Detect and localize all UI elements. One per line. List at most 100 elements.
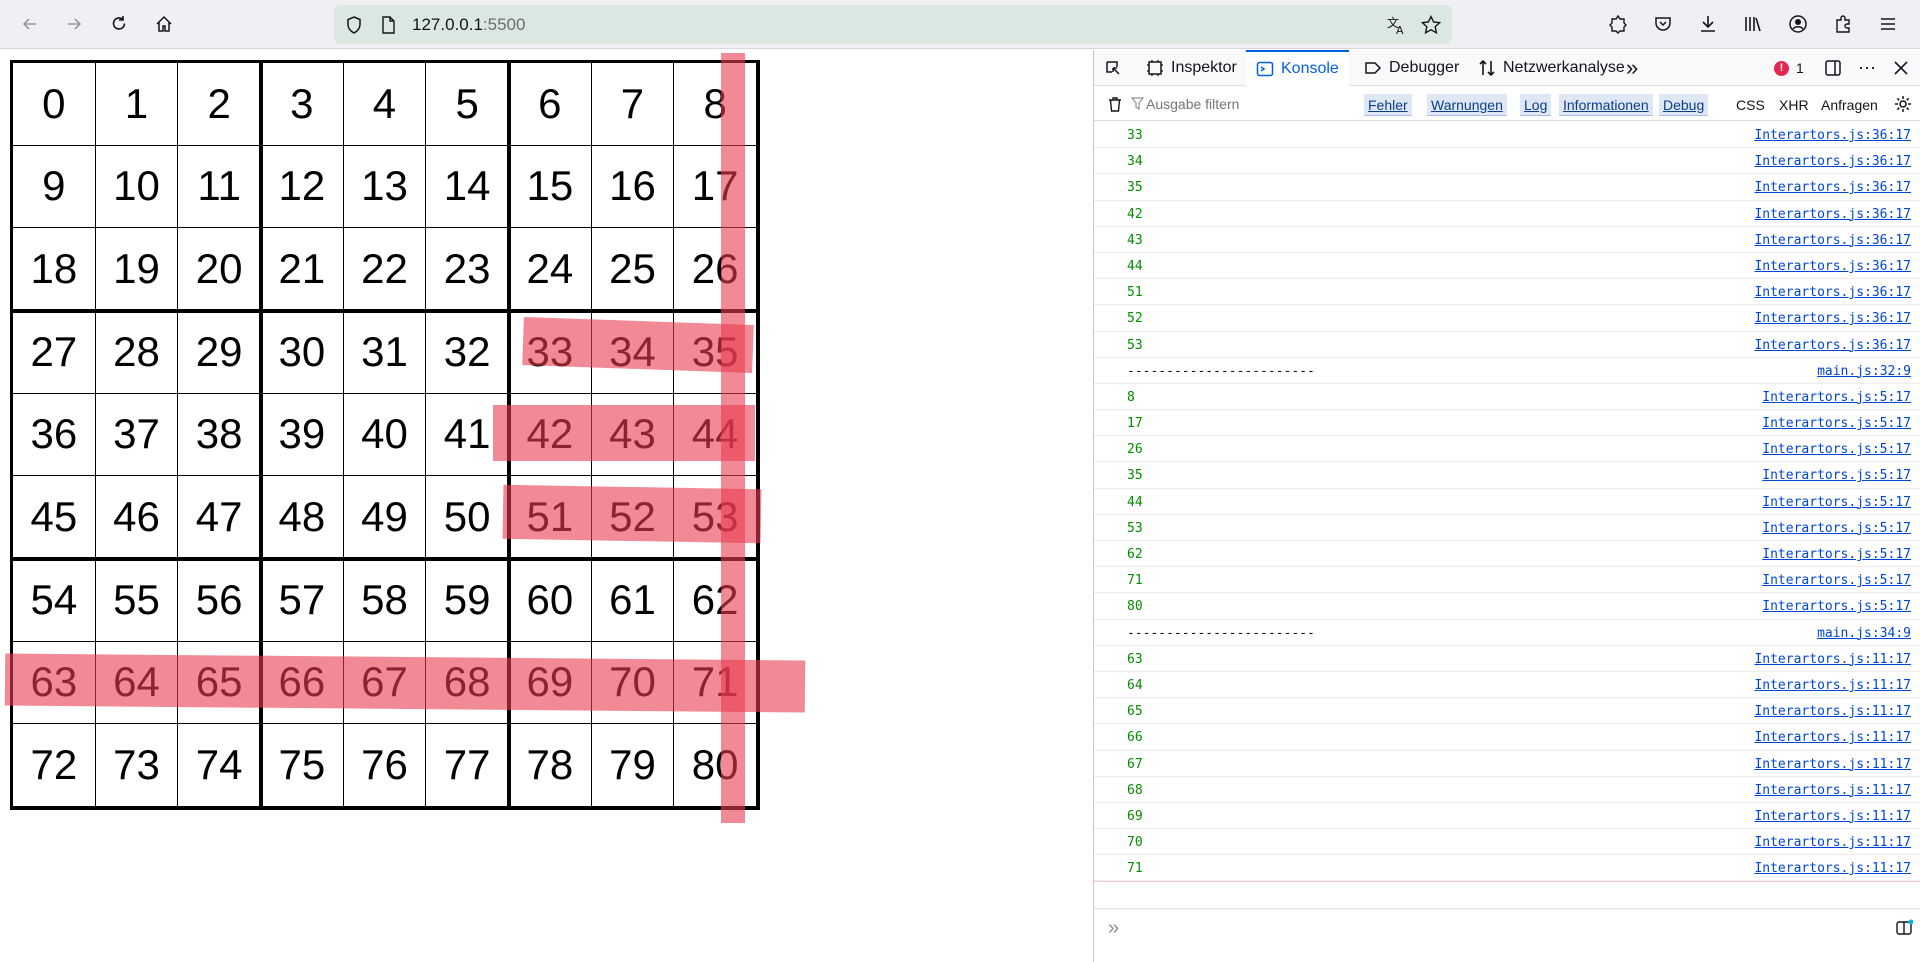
addons-button[interactable] — [1827, 8, 1859, 40]
element-picker-button[interactable] — [1104, 50, 1122, 86]
console-source-link[interactable]: Interartors.js:11:17 — [1754, 783, 1911, 798]
menu-button[interactable] — [1872, 8, 1904, 40]
filter-warnungen[interactable]: Warnungen — [1427, 94, 1507, 116]
sudoku-cell: 50 — [426, 476, 509, 559]
filter-informationen[interactable]: Informationen — [1559, 94, 1653, 116]
console-error-message[interactable]: ▶GEThttp://127.0.0.1:5500/favicon.ico[HT… — [1094, 881, 1920, 882]
sudoku-cell: 48 — [261, 476, 344, 559]
filter-css[interactable]: CSS — [1732, 94, 1769, 116]
console-message: 53 Interartors.js:36:17 — [1094, 332, 1920, 358]
tab-inspektor[interactable]: Inspektor — [1138, 50, 1245, 86]
console-source-link[interactable]: Interartors.js:36:17 — [1754, 180, 1911, 195]
sudoku-cell: 14 — [426, 145, 509, 229]
devtools-tabbar: Inspektor Konsole Debugger Netzwerkanaly… — [1094, 50, 1920, 86]
console-source-link[interactable]: Interartors.js:5:17 — [1762, 468, 1911, 483]
sudoku-cell: 32 — [426, 311, 509, 394]
bookmark-star-icon[interactable] — [1420, 14, 1442, 36]
tab-konsole[interactable]: Konsole — [1246, 50, 1349, 86]
console-source-link[interactable]: main.js:34:9 — [1817, 626, 1911, 641]
tab-netzwerkanalyse[interactable]: Netzwerkanalyse — [1470, 50, 1633, 86]
home-button[interactable] — [148, 8, 180, 40]
console-source-link[interactable]: Interartors.js:11:17 — [1754, 861, 1911, 876]
error-count: 1 — [1796, 60, 1804, 76]
console-source-link[interactable]: Interartors.js:11:17 — [1754, 678, 1911, 693]
console-message: 44 Interartors.js:5:17 — [1094, 489, 1920, 515]
filter-log[interactable]: Log — [1520, 94, 1552, 116]
url-bar[interactable]: 127.0.0.1:5500 文A — [334, 5, 1452, 44]
console-source-link[interactable]: Interartors.js:36:17 — [1754, 233, 1911, 248]
console-source-link[interactable]: Interartors.js:36:17 — [1754, 285, 1911, 300]
back-icon — [22, 18, 36, 30]
console-message: 52 Interartors.js:36:17 — [1094, 305, 1920, 332]
filter-debug[interactable]: Debug — [1659, 94, 1709, 116]
filter-xhr[interactable]: XHR — [1775, 94, 1813, 116]
filter-anfragen[interactable]: Anfragen — [1817, 94, 1882, 116]
console-source-link[interactable]: Interartors.js:5:17 — [1762, 495, 1911, 510]
editor-mode-icon[interactable] — [1895, 919, 1913, 937]
tab-debugger[interactable]: Debugger — [1356, 50, 1467, 86]
console-source-link[interactable]: Interartors.js:5:17 — [1762, 416, 1911, 431]
console-message-text: 69 — [1127, 808, 1143, 824]
downloads-button[interactable] — [1692, 8, 1724, 40]
console-message: 53 Interartors.js:5:17 — [1094, 515, 1920, 541]
filter-fehler[interactable]: Fehler — [1364, 94, 1412, 116]
console-source-link[interactable]: Interartors.js:11:17 — [1754, 809, 1911, 824]
url-text[interactable]: 127.0.0.1:5500 — [412, 15, 525, 35]
page-icon[interactable] — [378, 15, 398, 35]
sudoku-cell: 61 — [591, 559, 675, 642]
trash-icon[interactable] — [1106, 95, 1124, 113]
console-message-text: 42 — [1127, 206, 1143, 222]
shield-icon[interactable] — [344, 15, 364, 35]
account-button[interactable] — [1782, 8, 1814, 40]
picker-icon — [1106, 61, 1120, 75]
console-source-link[interactable]: Interartors.js:11:17 — [1754, 652, 1911, 667]
console-message: 35 Interartors.js:36:17 — [1094, 174, 1920, 201]
settings-gear-icon[interactable] — [1894, 95, 1912, 113]
forward-button[interactable] — [58, 8, 90, 40]
console-source-link[interactable]: Interartors.js:36:17 — [1754, 311, 1911, 326]
console-source-link[interactable]: Interartors.js:11:17 — [1754, 757, 1911, 772]
console-source-link[interactable]: Interartors.js:5:17 — [1762, 547, 1911, 562]
reload-button[interactable] — [103, 8, 135, 40]
console-source-link[interactable]: Interartors.js:5:17 — [1762, 573, 1911, 588]
dock-button[interactable] — [1824, 50, 1842, 86]
console-message: 80 Interartors.js:5:17 — [1094, 593, 1920, 620]
back-button[interactable] — [14, 8, 46, 40]
sudoku-cell: 47 — [178, 476, 261, 559]
console-source-link[interactable]: Interartors.js:5:17 — [1762, 442, 1911, 457]
close-devtools-button[interactable] — [1892, 50, 1910, 86]
more-options-button[interactable]: ⋯ — [1858, 50, 1876, 86]
console-source-link[interactable]: Interartors.js:36:17 — [1754, 338, 1911, 353]
console-source-link[interactable]: Interartors.js:5:17 — [1762, 521, 1911, 536]
sudoku-cell: 29 — [178, 311, 261, 394]
sudoku-cell: 21 — [261, 228, 344, 311]
library-icon — [1745, 17, 1761, 32]
console-input-area[interactable]: » — [1094, 908, 1920, 962]
console-message-text: ------------------------ — [1127, 625, 1315, 641]
console-source-link[interactable]: main.js:32:9 — [1817, 364, 1911, 379]
console-source-link[interactable]: Interartors.js:5:17 — [1762, 599, 1911, 614]
console-source-link[interactable]: Interartors.js:11:17 — [1754, 835, 1911, 850]
console-source-link[interactable]: Interartors.js:36:17 — [1754, 128, 1911, 143]
extensions-button[interactable] — [1602, 8, 1634, 40]
console-source-link[interactable]: Interartors.js:11:17 — [1754, 704, 1911, 719]
more-tabs-button[interactable]: » — [1626, 50, 1638, 86]
translate-icon[interactable]: 文A — [1386, 14, 1408, 36]
console-message: 68 Interartors.js:11:17 — [1094, 777, 1920, 803]
menu-icon — [1881, 18, 1895, 30]
console-source-link[interactable]: Interartors.js:5:17 — [1762, 390, 1911, 405]
sudoku-cell: 58 — [343, 559, 427, 642]
highlight-stroke — [493, 405, 755, 461]
sudoku-cell: 57 — [261, 559, 344, 642]
pocket-button[interactable] — [1647, 8, 1679, 40]
console-source-link[interactable]: Interartors.js:36:17 — [1754, 154, 1911, 169]
console-message-text: 66 — [1127, 730, 1143, 746]
sudoku-cell: 16 — [591, 145, 675, 229]
filter-icon — [1131, 97, 1144, 110]
console-source-link[interactable]: Interartors.js:36:17 — [1754, 207, 1911, 222]
console-source-link[interactable]: Interartors.js:36:17 — [1754, 259, 1911, 274]
error-count-badge[interactable]: ! 1 — [1774, 50, 1804, 86]
console-source-link[interactable]: Interartors.js:11:17 — [1754, 730, 1911, 745]
debugger-icon — [1365, 62, 1382, 74]
library-button[interactable] — [1737, 8, 1769, 40]
